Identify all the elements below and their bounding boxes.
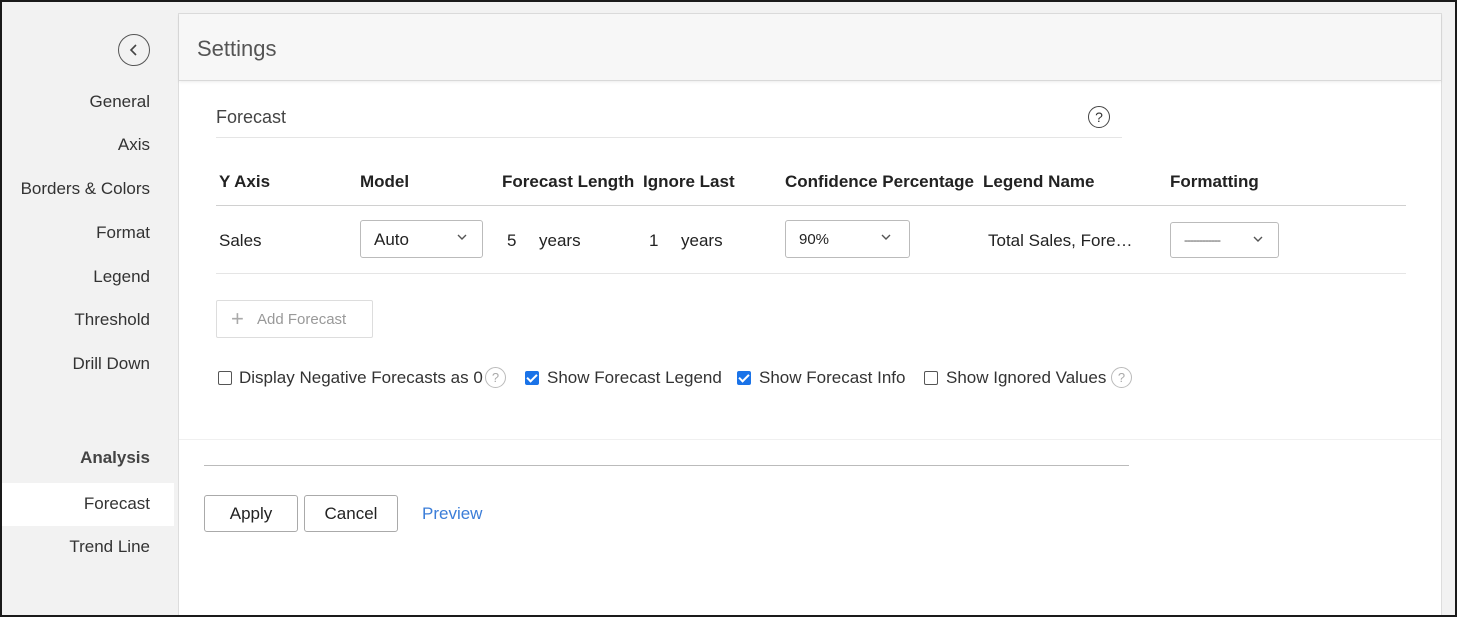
column-header-forecast-length: Forecast Length	[502, 172, 635, 191]
help-icon[interactable]: ?	[1111, 367, 1132, 388]
display-negative-checkbox[interactable]	[218, 371, 232, 385]
chevron-left-icon	[129, 44, 137, 56]
column-header-model: Model	[360, 172, 410, 191]
forecast-length-input[interactable]: 5	[507, 231, 516, 251]
chevron-down-icon	[881, 234, 891, 240]
display-negative-label[interactable]: Display Negative Forecasts as 0	[239, 368, 483, 388]
footer-separator	[179, 439, 1441, 440]
forecast-length-unit: years	[539, 231, 581, 250]
help-icon[interactable]: ?	[1088, 106, 1110, 128]
sidebar-item-borders-colors[interactable]: Borders & Colors	[21, 179, 150, 199]
add-forecast-button[interactable]: + Add Forecast	[216, 300, 373, 338]
plus-icon: +	[231, 306, 244, 331]
show-forecast-info-checkbox[interactable]	[737, 371, 751, 385]
section-divider	[216, 137, 1122, 138]
preview-link[interactable]: Preview	[422, 504, 482, 524]
sidebar-item-forecast[interactable]: Forecast	[84, 494, 150, 514]
footer-divider	[204, 465, 1129, 466]
formatting-select[interactable]: ------------	[1170, 222, 1279, 258]
legend-name-input[interactable]: Total Sales, Fore…	[988, 231, 1133, 251]
back-button[interactable]	[118, 34, 150, 66]
confidence-select-value: 90%	[799, 231, 830, 248]
sidebar-item-threshold[interactable]: Threshold	[74, 310, 150, 330]
show-ignored-values-label[interactable]: Show Ignored Values	[946, 368, 1106, 388]
add-forecast-label: Add Forecast	[257, 311, 347, 328]
ignore-last-input[interactable]: 1	[649, 231, 658, 251]
column-header-ignore-last: Ignore Last	[643, 172, 735, 191]
apply-button[interactable]: Apply	[204, 495, 298, 532]
column-header-confidence: Confidence Percentage	[785, 172, 974, 191]
formatting-select-value: ------------	[1184, 233, 1221, 247]
sidebar-item-general[interactable]: General	[90, 92, 150, 112]
cancel-button[interactable]: Cancel	[304, 495, 398, 532]
sidebar: General Axis Borders & Colors Format Leg…	[2, 2, 174, 615]
sidebar-item-axis[interactable]: Axis	[118, 135, 150, 155]
confidence-select[interactable]: 90%	[785, 220, 910, 258]
sidebar-heading-analysis: Analysis	[80, 448, 150, 467]
chevron-down-icon	[457, 234, 467, 240]
model-select[interactable]: Auto	[360, 220, 483, 258]
section-title: Forecast	[216, 107, 287, 127]
ignore-last-unit: years	[681, 231, 723, 250]
cell-y-axis: Sales	[219, 231, 262, 250]
page-title: Settings	[197, 36, 277, 61]
show-forecast-legend-checkbox[interactable]	[525, 371, 539, 385]
sidebar-item-trend-line[interactable]: Trend Line	[69, 537, 150, 557]
column-header-legend-name: Legend Name	[983, 172, 1095, 191]
sidebar-item-drill-down[interactable]: Drill Down	[73, 354, 150, 374]
help-icon[interactable]: ?	[485, 367, 506, 388]
model-select-value: Auto	[374, 230, 409, 249]
table-header-divider	[216, 205, 1406, 206]
show-forecast-info-label[interactable]: Show Forecast Info	[759, 368, 905, 388]
table-row-divider	[216, 273, 1406, 274]
show-forecast-legend-label[interactable]: Show Forecast Legend	[547, 368, 722, 388]
show-ignored-values-checkbox[interactable]	[924, 371, 938, 385]
chevron-down-icon	[1253, 236, 1263, 242]
column-header-y-axis: Y Axis	[219, 172, 271, 191]
sidebar-item-format[interactable]: Format	[96, 223, 150, 243]
column-header-formatting: Formatting	[1170, 172, 1259, 191]
settings-panel: Settings Forecast ? Y Axis Model Forecas…	[178, 13, 1442, 617]
sidebar-item-legend[interactable]: Legend	[93, 267, 150, 287]
panel-header: Settings	[179, 14, 1441, 81]
